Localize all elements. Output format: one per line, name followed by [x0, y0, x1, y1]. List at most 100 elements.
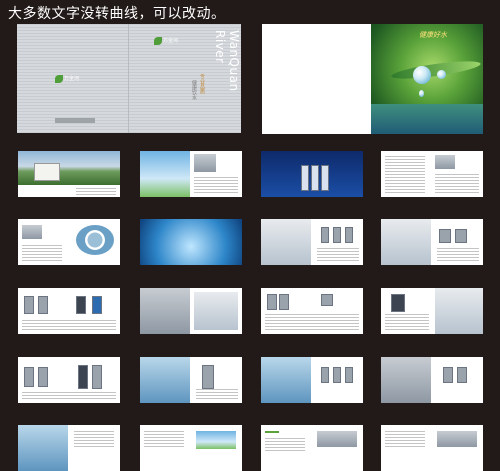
- text-block: [144, 431, 184, 447]
- text-block: [385, 314, 429, 330]
- thumbnail-spread: [18, 357, 120, 403]
- text-block: [265, 312, 359, 330]
- photo: [22, 225, 42, 239]
- cover-address-block: [55, 118, 95, 123]
- thumbnail-spread: [261, 425, 363, 471]
- filter-photo: [311, 165, 319, 191]
- cover-brand-text: WanQuan River: [213, 30, 241, 92]
- person-photo: [261, 219, 311, 265]
- thumbnail-spread: [18, 151, 120, 197]
- leaf-icon: [390, 57, 482, 83]
- product-photo: [38, 367, 48, 387]
- room-photo: [194, 292, 238, 330]
- text-block: [317, 247, 359, 261]
- product-photo: [381, 357, 431, 403]
- brand-logo-front: 万全河: [154, 30, 184, 45]
- thumbnail-spread: [18, 425, 120, 471]
- product-photo: [321, 294, 333, 306]
- thumbnail-spread: [140, 357, 242, 403]
- leaf-icon: [55, 74, 63, 83]
- product-photo: [78, 365, 88, 389]
- thumbnail-spread: [18, 288, 120, 334]
- kitchen-photo: [381, 219, 431, 265]
- thumbnail-spread: [261, 288, 363, 334]
- product-photo: [455, 229, 467, 243]
- cover-spread: 万全河 万全河 WanQuan River 专业品质 健康饮水: [17, 24, 241, 133]
- cover-vertical-cn-2: 健康饮水: [191, 80, 197, 100]
- product-photo: [437, 431, 477, 447]
- kitchen-photo: [435, 288, 483, 334]
- house-photo: [18, 151, 120, 185]
- product-photo: [279, 294, 289, 310]
- thumbnail-spread: [261, 219, 363, 265]
- product-photo: [194, 154, 216, 172]
- product-photo: [345, 227, 353, 243]
- text-block: [196, 389, 238, 399]
- dispenser-photo: [140, 288, 190, 334]
- family-photo: [140, 357, 190, 403]
- text-block: [265, 437, 305, 451]
- text-block: [385, 155, 425, 193]
- text-block: [76, 187, 116, 195]
- feature-right-page: 健康好水: [371, 24, 483, 134]
- text-block: [194, 175, 238, 193]
- product-photo: [92, 296, 102, 314]
- cover-texture: [17, 24, 241, 133]
- product-photo: [391, 294, 405, 312]
- product-photo: [435, 155, 455, 169]
- product-photo: [38, 296, 48, 314]
- product-photo: [92, 365, 102, 389]
- bathroom-photo: [261, 357, 311, 403]
- filter-photo: [321, 165, 329, 191]
- diagram: [76, 225, 114, 255]
- caption: 大多数文字没转曲线，可以改动。: [8, 6, 226, 22]
- product-photo: [321, 367, 329, 383]
- water-drop-icon: [437, 70, 446, 79]
- thumbnail-spread: [140, 219, 242, 265]
- water-drop-icon: [413, 66, 431, 84]
- product-photo: [439, 229, 451, 243]
- product-photo: [202, 365, 214, 389]
- thumbnail-spread: [381, 288, 483, 334]
- text-block: [22, 391, 116, 399]
- thumbnail-spread: [381, 219, 483, 265]
- thumbnail-spread: [18, 219, 120, 265]
- thumbnail-spread: [140, 425, 242, 471]
- text-block: [437, 247, 479, 261]
- text-block: [435, 173, 479, 193]
- product-photo: [24, 367, 34, 387]
- product-photo: [333, 227, 341, 243]
- thumbnail-spread: [381, 357, 483, 403]
- thumbnail-spread: [381, 425, 483, 471]
- cover-vertical-cn-1: 专业品质: [199, 74, 205, 94]
- feature-headline: 健康好水: [419, 31, 447, 39]
- brand-bar: [265, 431, 279, 433]
- water-drop-icon: [419, 90, 424, 97]
- product-photo: [317, 431, 357, 447]
- filter-photo: [301, 165, 309, 191]
- text-block: [385, 431, 425, 447]
- photo: [196, 431, 236, 449]
- product-photo: [345, 367, 353, 383]
- thumbnail-spread: [261, 151, 363, 197]
- product-photo: [76, 296, 86, 314]
- leaf-icon: [154, 36, 162, 45]
- cover-spine: [128, 24, 129, 133]
- lawn-photo: [140, 151, 190, 197]
- text-block: [22, 243, 62, 261]
- product-photo: [443, 367, 453, 383]
- product-photo: [24, 296, 34, 314]
- city-photo: [18, 425, 68, 471]
- thumbnail-spread: [261, 357, 363, 403]
- product-photo: [321, 227, 329, 243]
- product-photo: [333, 367, 341, 383]
- thumbnail-spread: [140, 151, 242, 197]
- text-block: [22, 318, 116, 330]
- product-photo: [267, 294, 277, 310]
- thumbnail-spread: [381, 151, 483, 197]
- water-surface: [371, 104, 483, 134]
- brand-logo-back: 万全河: [55, 68, 87, 83]
- text-block: [74, 431, 114, 447]
- feature-left-page: [262, 24, 372, 134]
- thumbnail-spread: [140, 288, 242, 334]
